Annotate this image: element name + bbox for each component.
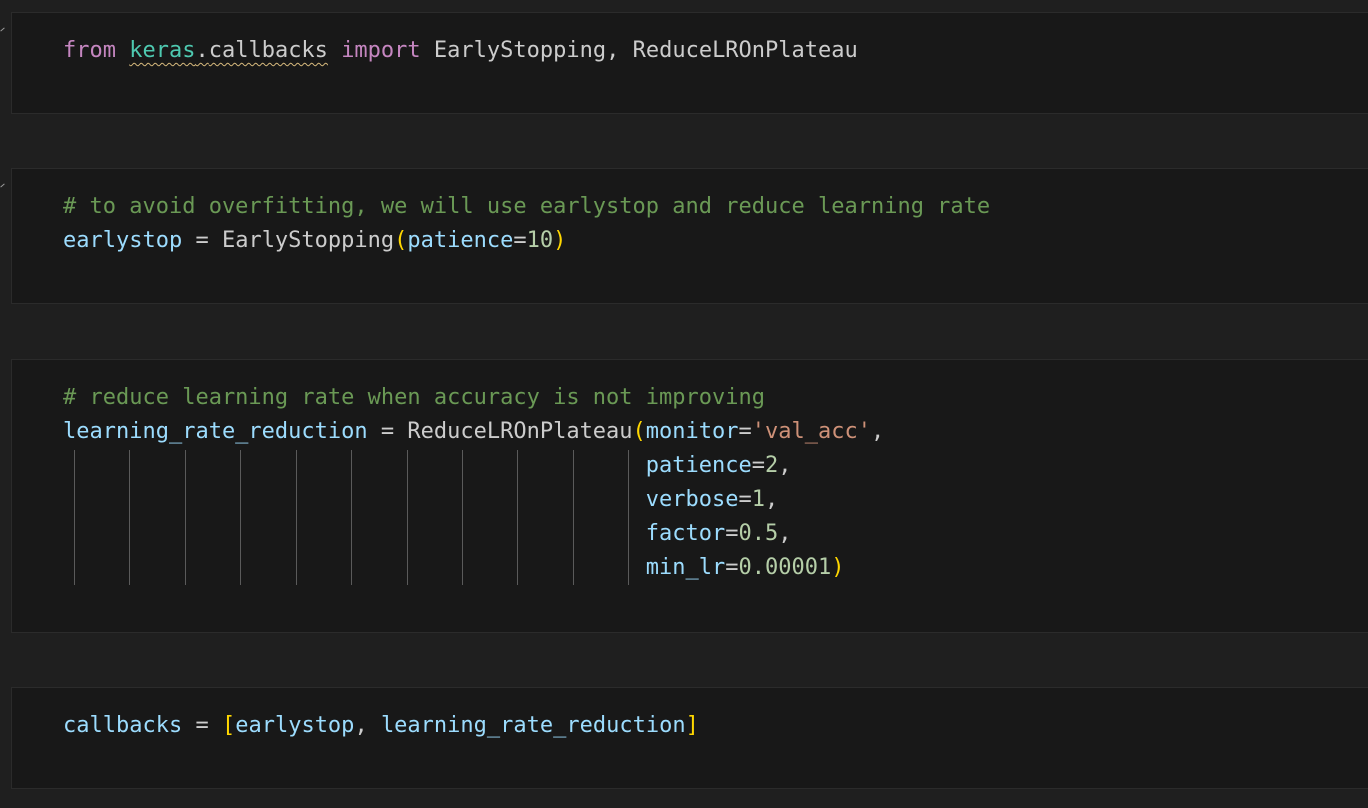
code-token: , <box>778 521 792 546</box>
code-token: learning_rate_reduction <box>63 419 368 444</box>
code-token: learning_rate_reduction <box>380 713 686 738</box>
code-token: 'val_acc' <box>751 419 871 444</box>
code-line[interactable]: min_lr=0.00001) <box>63 551 884 585</box>
code-token: ) <box>831 555 845 580</box>
code-token: factor <box>645 521 726 546</box>
code-token: ) <box>553 228 567 253</box>
code-token: ] <box>685 713 699 738</box>
code-token: from <box>63 38 130 63</box>
code-token: = <box>513 228 527 253</box>
code-token: = <box>725 521 739 546</box>
code-token: 2 <box>765 453 779 478</box>
code-line[interactable]: learning_rate_reduction = ReduceLROnPlat… <box>63 415 884 449</box>
code-token: ( <box>394 228 408 253</box>
code-token: [ <box>221 713 236 738</box>
code-token: patience <box>645 453 752 478</box>
code-line[interactable]: earlystop = EarlyStopping(patience=10) <box>63 224 990 258</box>
code-token: 0.5 <box>738 521 779 546</box>
code-token: callbacks <box>208 38 328 63</box>
code-token: callbacks <box>63 713 183 738</box>
code-line[interactable]: factor=0.5, <box>63 517 884 551</box>
cell-3-code-editor[interactable]: # reduce learning rate when accuracy is … <box>63 381 884 585</box>
code-token: , <box>778 453 792 478</box>
code-line[interactable]: # to avoid overfitting, we will use earl… <box>63 190 990 224</box>
code-token: . <box>195 38 209 63</box>
code-token: monitor <box>645 419 739 444</box>
code-token: min_lr <box>645 555 726 580</box>
code-token: patience <box>407 228 514 253</box>
code-token: # to avoid overfitting, we will use earl… <box>63 194 991 219</box>
code-line[interactable]: from keras.callbacks import EarlyStoppin… <box>63 34 858 68</box>
code-token: ( <box>632 419 646 444</box>
code-token: = <box>751 453 766 478</box>
code-token: = <box>182 713 222 738</box>
code-token: , <box>354 713 381 738</box>
code-token: , <box>765 487 779 512</box>
code-token: 0.00001 <box>738 555 832 580</box>
code-line[interactable]: # reduce learning rate when accuracy is … <box>63 381 884 415</box>
code-token: = EarlyStopping <box>182 228 395 253</box>
code-token: earlystop <box>235 713 355 738</box>
code-token: 10 <box>526 228 554 253</box>
code-token: import <box>341 38 421 63</box>
code-token: keras <box>129 38 196 63</box>
code-token: verbose <box>645 487 739 512</box>
cell-run-status-icon <box>0 25 6 35</box>
code-token: = <box>725 555 739 580</box>
code-token: = <box>738 487 752 512</box>
cell-2-code-editor[interactable]: # to avoid overfitting, we will use earl… <box>63 190 990 258</box>
code-token: = <box>738 419 752 444</box>
code-token: = ReduceLROnPlateau <box>367 419 633 444</box>
code-token: , <box>870 419 885 444</box>
code-line[interactable]: callbacks = [earlystop, learning_rate_re… <box>63 709 699 743</box>
code-token: EarlyStopping, ReduceLROnPlateau <box>420 38 858 63</box>
cell-1-code-editor[interactable]: from keras.callbacks import EarlyStoppin… <box>63 34 858 68</box>
cell-run-status-icon <box>0 181 6 191</box>
code-line[interactable]: verbose=1, <box>63 483 884 517</box>
code-line[interactable]: patience=2, <box>63 449 884 483</box>
cell-4-code-editor[interactable]: callbacks = [earlystop, learning_rate_re… <box>63 709 699 743</box>
code-token: 1 <box>751 487 766 512</box>
code-token: # reduce learning rate when accuracy is … <box>63 385 765 410</box>
code-token: earlystop <box>63 228 183 253</box>
